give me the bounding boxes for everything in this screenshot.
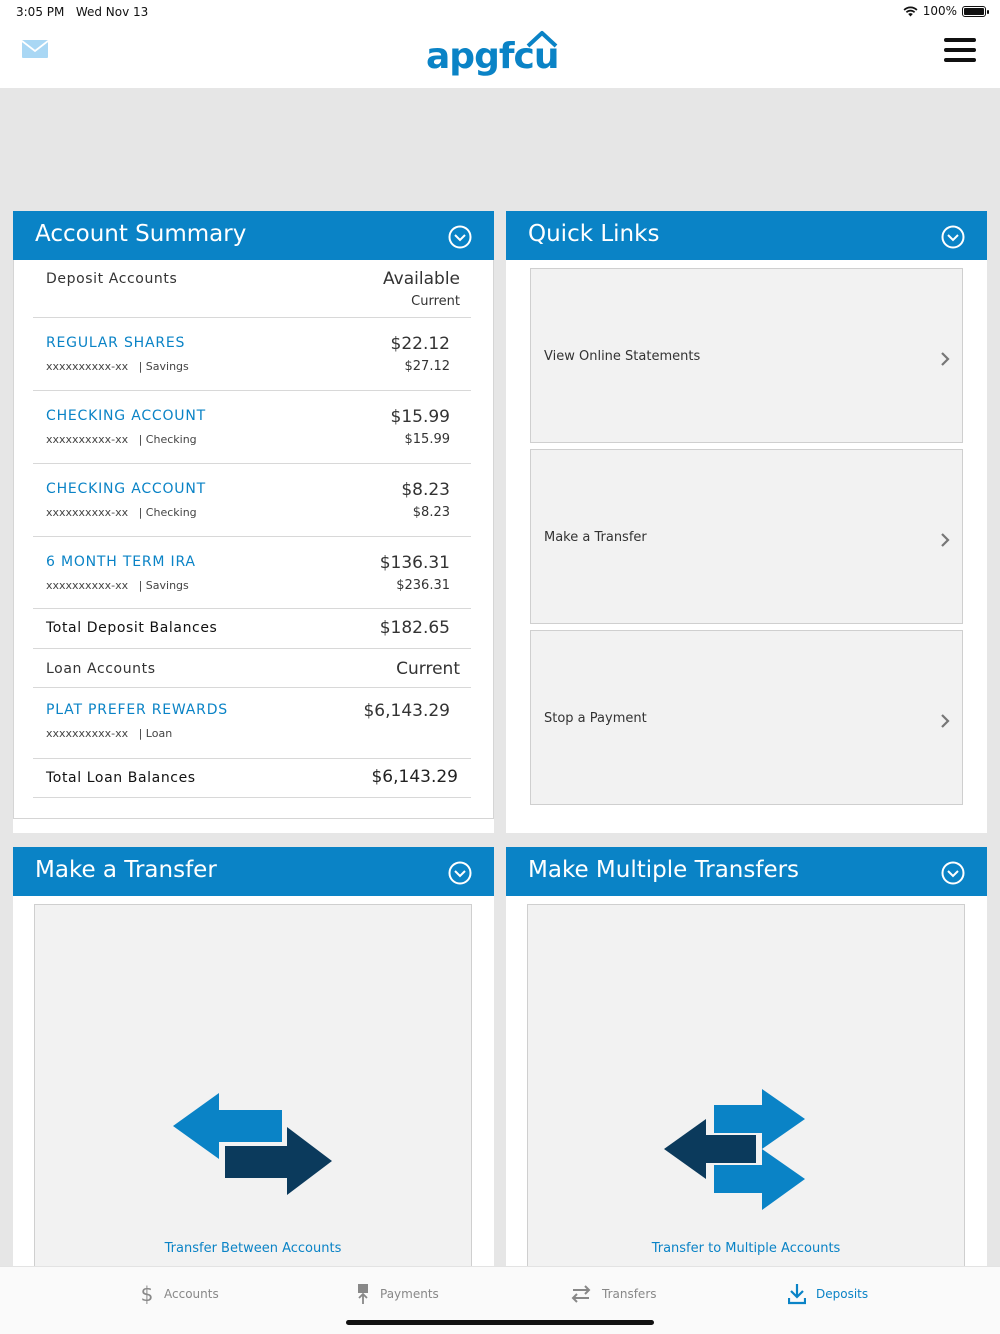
quick-link-view-online-statements[interactable]: View Online Statements	[530, 268, 963, 443]
make-transfer-panel: Make a Transfer Transfer Between Account…	[13, 847, 494, 1267]
current-balance: $8.23	[412, 505, 450, 520]
svg-text:$: $	[141, 1283, 154, 1305]
account-number: xxxxxxxxxx-xx | Loan	[46, 727, 173, 740]
chevron-down-circle-icon[interactable]	[941, 861, 965, 885]
tab-label: Transfers	[602, 1287, 657, 1301]
make-multiple-transfers-header[interactable]: Make Multiple Transfers	[506, 847, 987, 896]
current-balance: $27.12	[404, 359, 451, 374]
current-label: Current	[411, 294, 460, 309]
chevron-right-icon	[941, 714, 950, 728]
total-deposit-label: Total Deposit Balances	[46, 620, 218, 636]
loan-accounts-label: Loan Accounts	[46, 661, 156, 677]
quick-link-make-a-transfer[interactable]: Make a Transfer	[530, 449, 963, 624]
total-loan-label: Total Loan Balances	[46, 770, 196, 786]
loan-current-label: Current	[396, 659, 460, 679]
tab-accounts[interactable]: $ Accounts	[140, 1281, 219, 1307]
chevron-right-icon	[941, 533, 950, 547]
battery-percent: 100%	[922, 4, 957, 18]
tab-label: Deposits	[816, 1287, 869, 1301]
chevron-down-circle-icon[interactable]	[448, 225, 472, 249]
quick-link-label: Make a Transfer	[544, 530, 647, 545]
account-name[interactable]: 6 MONTH TERM IRA	[46, 554, 196, 570]
current-balance: $15.99	[404, 432, 451, 447]
account-row[interactable]: CHECKING ACCOUNT xxxxxxxxxx-xx | Checkin…	[33, 464, 471, 537]
home-indicator[interactable]	[346, 1320, 654, 1325]
apgfcu-logo: apgfcu	[426, 28, 566, 84]
account-name[interactable]: PLAT PREFER REWARDS	[46, 702, 228, 718]
account-row[interactable]: REGULAR SHARES xxxxxxxxxx-xx | Savings $…	[33, 318, 471, 391]
account-name[interactable]: CHECKING ACCOUNT	[46, 408, 206, 424]
transfer-between-accounts-label: Transfer Between Accounts	[164, 1241, 342, 1256]
dollar-icon: $	[141, 1283, 154, 1305]
deposit-accounts-label: Deposit Accounts	[46, 271, 178, 287]
total-deposit-row: Total Deposit Balances $182.65	[33, 609, 471, 649]
quick-links-header[interactable]: Quick Links	[506, 211, 987, 260]
account-number: xxxxxxxxxx-xx | Checking	[46, 506, 197, 519]
tab-transfers[interactable]: Transfers	[570, 1281, 657, 1307]
account-number: xxxxxxxxxx-xx | Savings	[46, 579, 189, 592]
quick-link-label: Stop a Payment	[544, 711, 647, 726]
chevron-down-circle-icon[interactable]	[448, 861, 472, 885]
quick-links-panel: Quick Links View Online Statements Make …	[506, 211, 987, 833]
transfer-to-multiple-accounts-label: Transfer to Multiple Accounts	[651, 1241, 841, 1256]
total-loan-row: Total Loan Balances $6,143.29	[33, 759, 471, 798]
hamburger-menu-icon[interactable]	[944, 38, 976, 62]
account-number: xxxxxxxxxx-xx | Savings	[46, 360, 189, 373]
quick-link-stop-a-payment[interactable]: Stop a Payment	[530, 630, 963, 805]
total-deposit-value: $182.65	[379, 618, 450, 638]
multiple-transfer-arrows-icon	[664, 1089, 805, 1210]
chevron-down-circle-icon[interactable]	[941, 225, 965, 249]
account-number: xxxxxxxxxx-xx | Checking	[46, 433, 197, 446]
status-indicators: 100%	[903, 4, 989, 18]
loan-accounts-header-row: Loan Accounts Current	[33, 649, 471, 688]
account-name[interactable]: REGULAR SHARES	[46, 335, 185, 351]
available-balance: $8.23	[401, 480, 450, 500]
status-time: 3:05 PM Wed Nov 13	[16, 5, 149, 19]
tab-deposits[interactable]: Deposits	[788, 1281, 868, 1307]
chevron-right-icon	[941, 352, 950, 366]
panel-title: Make a Transfer	[35, 857, 217, 883]
current-balance: $236.31	[396, 578, 450, 593]
battery-icon	[962, 5, 989, 17]
total-loan-value: $6,143.29	[371, 767, 458, 787]
account-row[interactable]: 6 MONTH TERM IRA xxxxxxxxxx-xx | Savings…	[33, 537, 471, 609]
status-bar: 3:05 PM Wed Nov 13 100%	[0, 0, 1000, 24]
mail-icon[interactable]	[22, 40, 48, 58]
available-balance: $136.31	[379, 553, 450, 573]
deposit-accounts-header-row: Deposit Accounts Available Current	[33, 268, 471, 318]
available-label: Available	[383, 269, 460, 289]
download-icon	[788, 1284, 806, 1305]
tab-payments[interactable]: Payments	[356, 1281, 439, 1307]
account-row[interactable]: CHECKING ACCOUNT xxxxxxxxxx-xx | Checkin…	[33, 391, 471, 464]
account-row[interactable]: PLAT PREFER REWARDS xxxxxxxxxx-xx | Loan…	[33, 688, 471, 759]
make-multiple-transfers-panel: Make Multiple Transfers Transfer to Mult…	[506, 847, 987, 1267]
panel-title: Account Summary	[35, 221, 247, 247]
payment-icon	[358, 1284, 368, 1304]
available-balance: $15.99	[390, 407, 450, 427]
wifi-icon	[903, 6, 918, 16]
available-balance: $22.12	[390, 334, 450, 354]
transfer-between-accounts-card[interactable]: Transfer Between Accounts	[34, 904, 472, 1267]
loan-balance: $6,143.29	[363, 701, 450, 721]
make-transfer-header[interactable]: Make a Transfer	[13, 847, 494, 896]
transfer-arrows-icon	[173, 1093, 332, 1195]
logo-roof-icon	[526, 31, 558, 48]
account-summary-header[interactable]: Account Summary	[13, 211, 494, 260]
transfer-to-multiple-accounts-card[interactable]: Transfer to Multiple Accounts	[527, 904, 965, 1267]
transfer-icon	[571, 1285, 591, 1303]
tab-label: Payments	[380, 1287, 439, 1301]
top-bar: apgfcu	[0, 24, 1000, 88]
panel-title: Quick Links	[528, 221, 660, 247]
quick-link-label: View Online Statements	[544, 349, 701, 364]
account-summary-panel: Account Summary Deposit Accounts Availab…	[13, 211, 494, 833]
account-name[interactable]: CHECKING ACCOUNT	[46, 481, 206, 497]
tab-label: Accounts	[164, 1287, 219, 1301]
panel-title: Make Multiple Transfers	[528, 857, 800, 883]
